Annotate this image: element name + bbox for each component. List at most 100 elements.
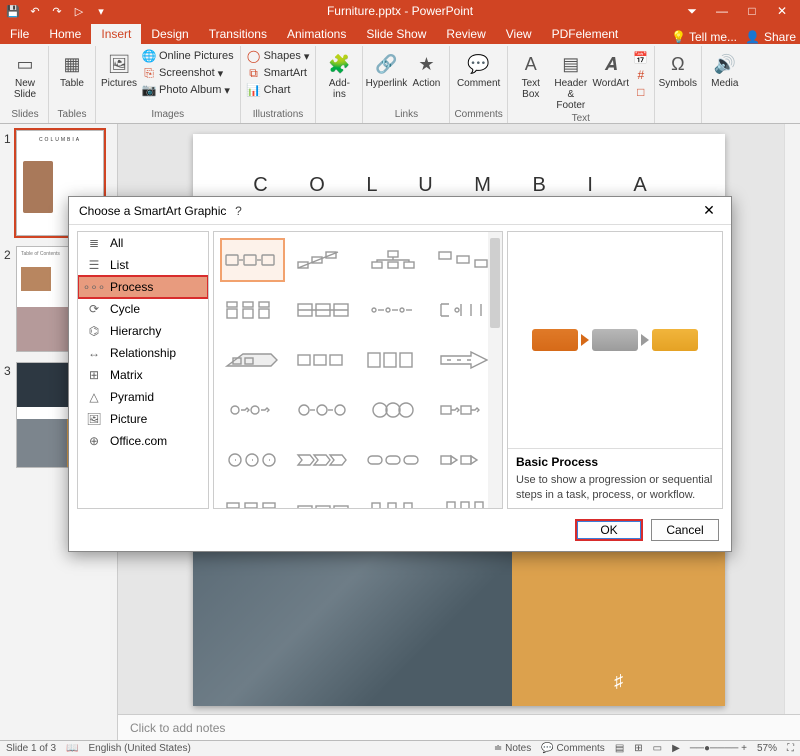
tab-home[interactable]: Home [39, 24, 91, 44]
view-normal-icon[interactable]: ▤ [615, 743, 624, 754]
dialog-close-icon[interactable]: ✕ [697, 199, 721, 223]
layout-basic-process[interactable] [220, 238, 285, 282]
online-pictures-icon: 🌐 [142, 49, 156, 63]
tab-animations[interactable]: Animations [277, 24, 356, 44]
tab-insert[interactable]: Insert [91, 24, 141, 44]
layout-interconnected[interactable] [361, 388, 426, 432]
redo-icon[interactable]: ↷ [48, 2, 66, 20]
chart-button[interactable]: 📊Chart [245, 82, 312, 98]
layout-circle-process[interactable] [220, 438, 285, 482]
comments-toggle[interactable]: 💬 Comments [541, 743, 605, 754]
smartart-button[interactable]: ⧉SmartArt [245, 65, 312, 81]
layout-big-arrow[interactable] [432, 338, 497, 382]
category-pyramid[interactable]: △Pyramid [78, 386, 208, 408]
tab-transitions[interactable]: Transitions [199, 24, 277, 44]
date-time-button[interactable]: 📅 [632, 50, 650, 66]
category-all[interactable]: ≣All [78, 232, 208, 254]
layout-grid[interactable] [361, 488, 426, 509]
layout-alternating[interactable] [432, 288, 497, 332]
layout-segmented[interactable] [291, 288, 356, 332]
close-icon[interactable]: ✕ [768, 1, 796, 21]
layout-detailed[interactable] [220, 288, 285, 332]
textbox-button[interactable]: AText Box [512, 48, 550, 102]
slide-number-button[interactable]: # [632, 67, 650, 83]
ok-button[interactable]: OK [575, 519, 643, 541]
tell-me[interactable]: 💡 Tell me... [671, 30, 737, 44]
ribbon-options-icon[interactable]: ⏷ [678, 1, 706, 21]
start-icon[interactable]: ▷ [70, 2, 88, 20]
view-slideshow-icon[interactable]: ▶ [672, 743, 680, 754]
wordart-button[interactable]: 𝑨WordArt [592, 48, 630, 91]
tab-slideshow[interactable]: Slide Show [356, 24, 436, 44]
zoom-level[interactable]: 57% [757, 743, 777, 754]
category-hierarchy[interactable]: ⌬Hierarchy [78, 320, 208, 342]
zoom-slider[interactable]: ──●──── + [690, 743, 747, 754]
layout-step-up[interactable] [291, 238, 356, 282]
thumb-num: 1 [4, 130, 16, 236]
view-reading-icon[interactable]: ▭ [653, 743, 662, 754]
view-sorter-icon[interactable]: ⊞ [634, 743, 642, 754]
photo-album-button[interactable]: 📷Photo Album ▾ [140, 82, 236, 98]
save-icon[interactable]: 💾 [4, 2, 22, 20]
language[interactable]: English (United States) [89, 743, 191, 754]
share-button[interactable]: 👤 Share [745, 30, 796, 44]
object-button[interactable]: □ [632, 84, 650, 100]
window-controls: ⏷ — □ ✕ [678, 1, 800, 21]
category-list[interactable]: ☰List [78, 254, 208, 276]
layout-descending[interactable] [432, 238, 497, 282]
layout-accent[interactable] [361, 288, 426, 332]
undo-icon[interactable]: ↶ [26, 2, 44, 20]
vertical-scrollbar[interactable] [784, 124, 800, 714]
category-matrix[interactable]: ⊞Matrix [78, 364, 208, 386]
tab-pdfelement[interactable]: PDFelement [542, 24, 629, 44]
symbols-button[interactable]: ΩSymbols [659, 48, 697, 91]
qat-dropdown-icon[interactable]: ▾ [92, 2, 110, 20]
shapes-button[interactable]: ◯Shapes ▾ [245, 48, 312, 64]
layout-chevron[interactable] [291, 438, 356, 482]
dialog-help-icon[interactable]: ? [226, 199, 250, 223]
maximize-icon[interactable]: □ [738, 1, 766, 21]
spell-check-icon[interactable]: 📖 [66, 743, 78, 754]
layout-pills[interactable] [361, 438, 426, 482]
layout-process-list[interactable] [361, 338, 426, 382]
header-footer-button[interactable]: ▤Header & Footer [552, 48, 590, 113]
group-links: Links [395, 109, 418, 121]
fit-window-icon[interactable]: ⛶ [787, 743, 794, 754]
online-pictures-button[interactable]: 🌐Online Pictures [140, 48, 236, 64]
layout-vertical[interactable] [432, 488, 497, 509]
layout-increasing-arrow[interactable] [220, 338, 285, 382]
screenshot-button[interactable]: ⎘Screenshot ▾ [140, 65, 236, 81]
hyperlink-button[interactable]: 🔗 Hyperlink [367, 48, 405, 91]
quick-access-toolbar: 💾 ↶ ↷ ▷ ▾ [0, 2, 110, 20]
category-office[interactable]: ⊕Office.com [78, 430, 208, 452]
tab-design[interactable]: Design [141, 24, 198, 44]
addins-button[interactable]: 🧩 Add- ins [320, 48, 358, 102]
layout-arrow-chevron[interactable] [432, 438, 497, 482]
notes-pane[interactable]: Click to add notes [118, 714, 800, 740]
layout-converging[interactable] [291, 388, 356, 432]
cancel-button[interactable]: Cancel [651, 519, 719, 541]
tab-review[interactable]: Review [436, 24, 495, 44]
layout-stepped[interactable] [291, 488, 356, 509]
layout-org[interactable] [361, 238, 426, 282]
layout-double-row[interactable] [220, 488, 285, 509]
category-relationship[interactable]: ↔Relationship [78, 342, 208, 364]
category-picture[interactable]: 🖼Picture [78, 408, 208, 430]
action-button[interactable]: ★ Action [407, 48, 445, 91]
minimize-icon[interactable]: — [708, 1, 736, 21]
category-process[interactable]: ∘∘∘Process [78, 276, 208, 298]
layout-arrow-ribbon[interactable] [432, 388, 497, 432]
pictures-button[interactable]: 🖼 Pictures [100, 48, 138, 91]
layout-continuous-arrow[interactable] [291, 338, 356, 382]
tab-view[interactable]: View [496, 24, 542, 44]
category-cycle[interactable]: ⟳Cycle [78, 298, 208, 320]
table-button[interactable]: ▦ Table [53, 48, 91, 91]
media-button[interactable]: 🔊Media [706, 48, 744, 91]
new-slide-button[interactable]: ▭ New Slide [6, 48, 44, 102]
comment-button[interactable]: 💬 Comment [460, 48, 498, 91]
tab-file[interactable]: File [0, 24, 39, 44]
gallery-scrollbar[interactable] [488, 232, 502, 508]
notes-toggle[interactable]: ≐ Notes [494, 743, 531, 754]
dialog-titlebar: Choose a SmartArt Graphic ? ✕ [69, 197, 731, 225]
layout-emphasis[interactable] [220, 388, 285, 432]
